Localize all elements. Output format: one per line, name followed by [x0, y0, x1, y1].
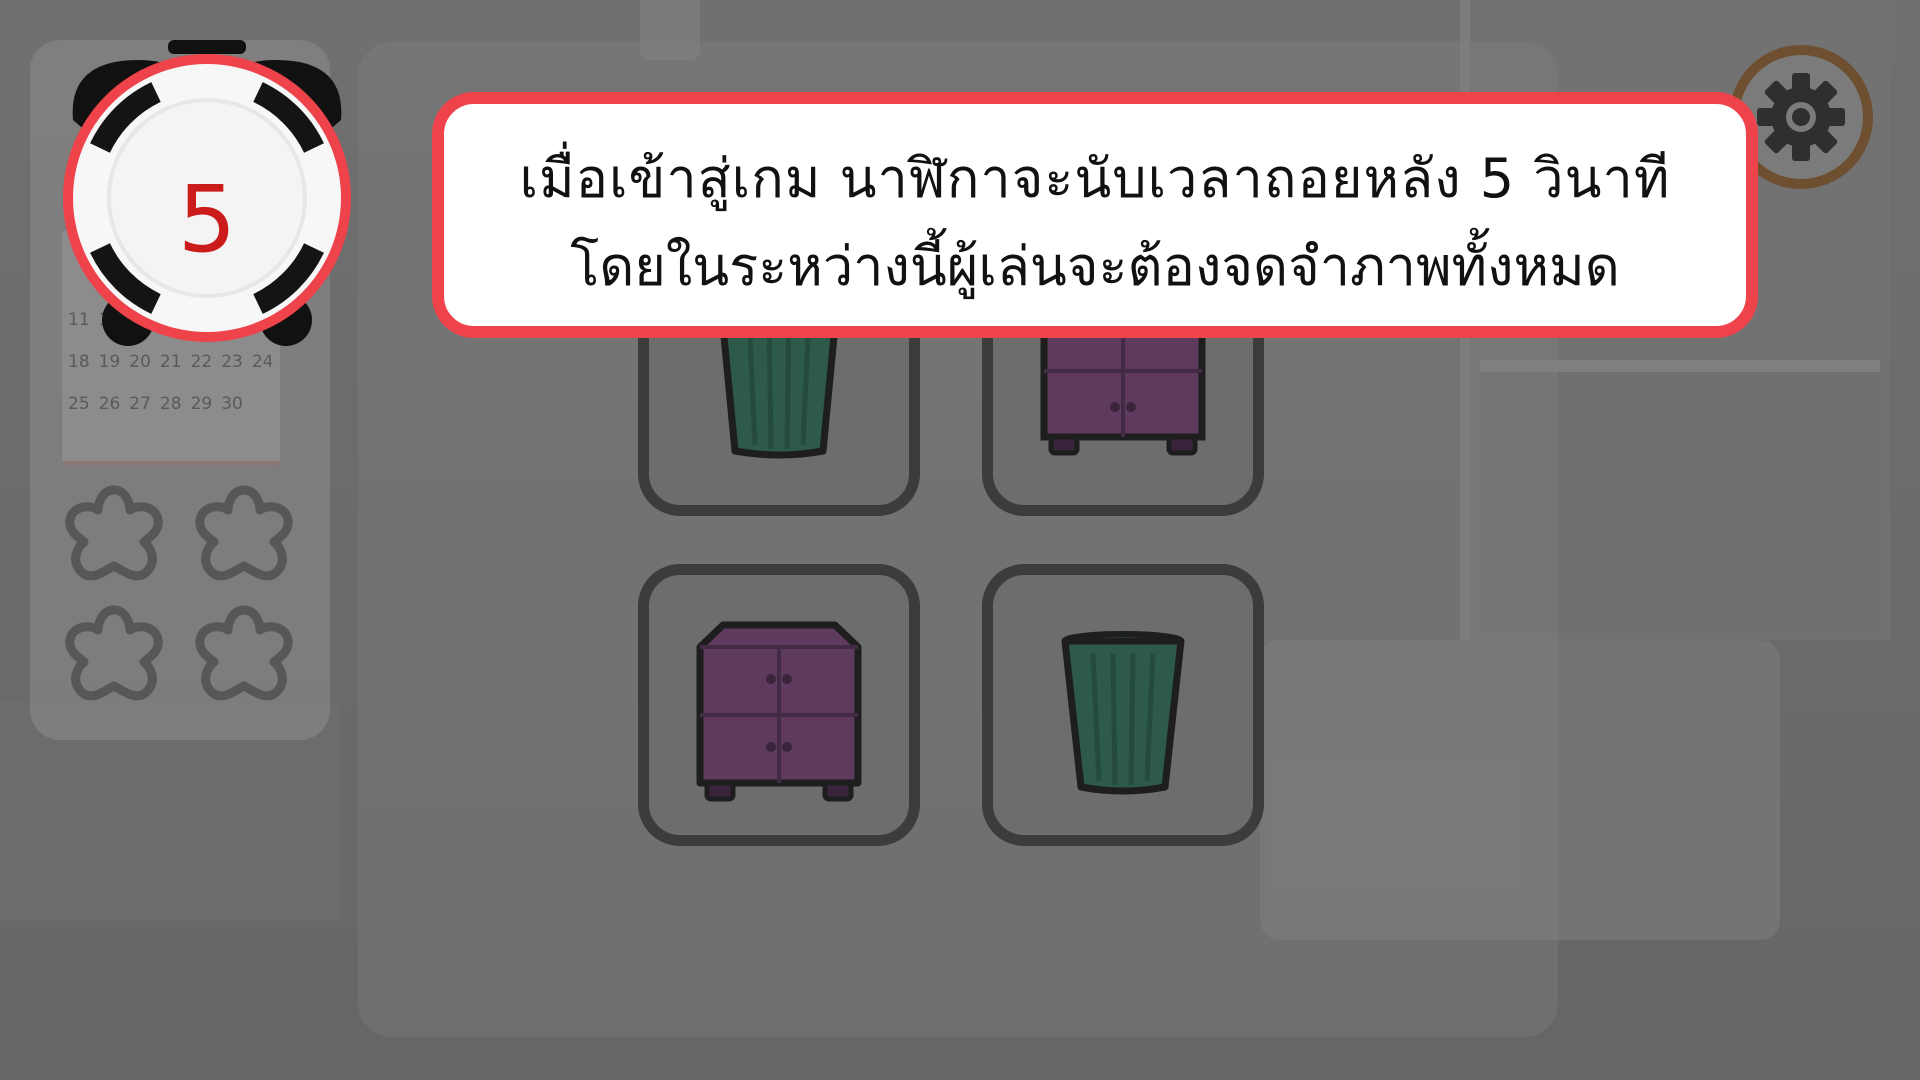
- calendar-day: 25: [68, 394, 90, 414]
- calendar-day: 28: [159, 394, 182, 414]
- instruction-line-1: เมื่อเข้าสู่เกม นาฬิกาจะนับเวลาถอยหลัง 5…: [519, 147, 1671, 210]
- calendar-day: 24: [251, 352, 274, 372]
- calendar-day: 22: [190, 352, 213, 372]
- calendar-day: 19: [98, 352, 121, 372]
- memory-card[interactable]: [982, 564, 1264, 846]
- calendar-day: 20: [129, 352, 151, 372]
- calendar-day: 29: [190, 394, 213, 414]
- star-outline-icon: [65, 605, 163, 701]
- gear-icon: [1757, 73, 1845, 161]
- calendar-day: 23: [221, 352, 243, 372]
- calendar-day: 27: [129, 394, 151, 414]
- calendar-day: 30: [221, 394, 243, 414]
- calendar-day: 18: [68, 352, 90, 372]
- calendar-bottom-edge: [62, 461, 280, 465]
- star-outline-icon: [195, 605, 293, 701]
- instruction-bubble: เมื่อเข้าสู่เกม นาฬิกาจะนับเวลาถอยหลัง 5…: [432, 92, 1758, 338]
- countdown-clock: 5: [28, 20, 351, 350]
- cabinet-icon: [696, 621, 862, 802]
- memory-card[interactable]: [638, 564, 920, 846]
- calendar-day: 26: [98, 394, 121, 414]
- countdown-number: 5: [177, 166, 237, 273]
- calendar-week-row: 18 19 20 21 22 23 24: [68, 352, 273, 372]
- star-outline-icon: [65, 485, 163, 581]
- star-outline-icon: [195, 485, 293, 581]
- trash-can-icon: [1061, 631, 1185, 795]
- calendar-day: 21: [159, 352, 182, 372]
- instruction-line-2: โดยในระหว่างนี้ผู้เล่นจะต้องจดจำภาพทั้งห…: [570, 235, 1620, 298]
- calendar-week-row: 25 26 27 28 29 30: [68, 394, 243, 414]
